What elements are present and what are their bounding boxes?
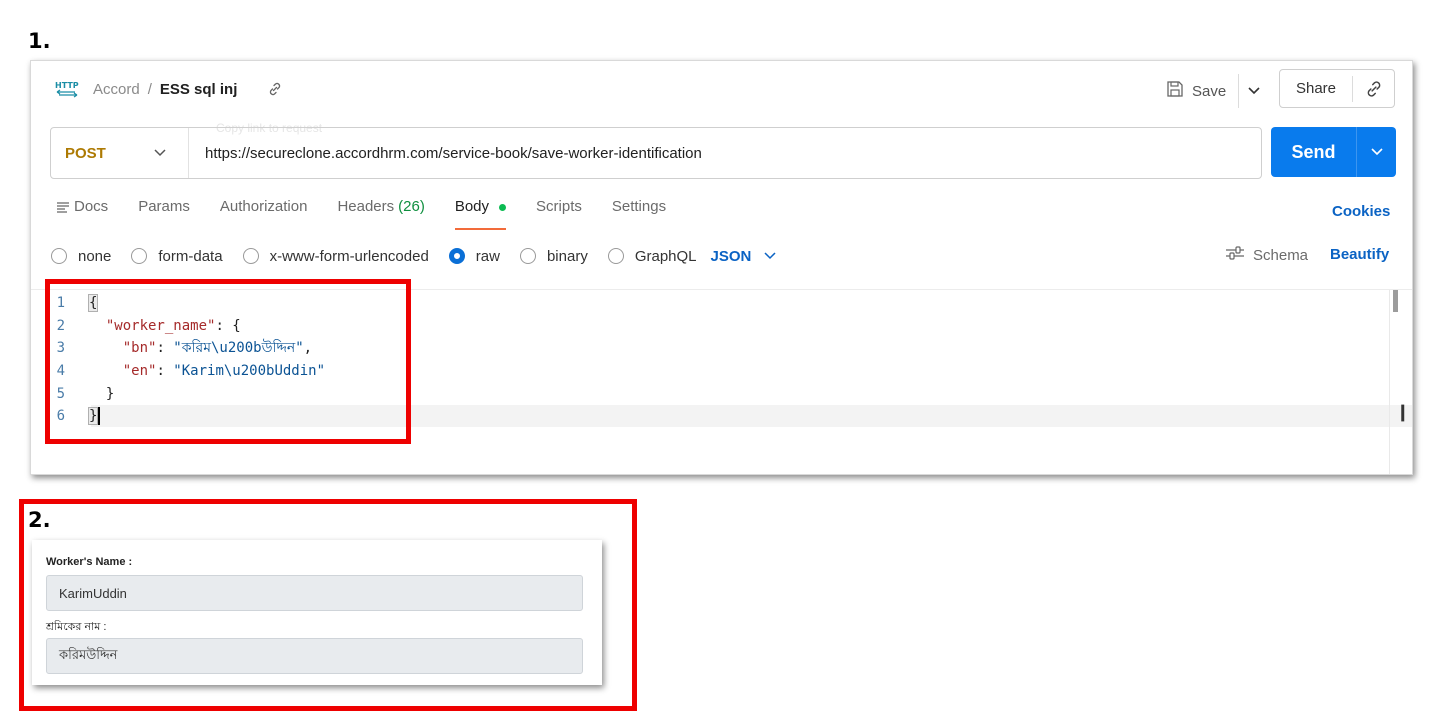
docs-icon <box>56 198 70 218</box>
send-button[interactable]: Send <box>1271 127 1357 177</box>
worker-name-bn-field[interactable]: করিমউদ্দিন <box>46 638 583 674</box>
editor-scrollbar[interactable] <box>1389 290 1400 474</box>
tab-headers[interactable]: Headers (26) <box>337 198 424 236</box>
headers-count: (26) <box>398 198 425 215</box>
tab-params[interactable]: Params <box>138 198 190 236</box>
beautify-button[interactable]: Beautify <box>1330 246 1389 263</box>
share-group: Share <box>1279 69 1395 108</box>
share-link-icon[interactable] <box>1353 79 1394 99</box>
body-option-form-data[interactable]: form-data <box>131 247 223 265</box>
schema-label: Schema <box>1253 246 1309 264</box>
save-options-button[interactable] <box>1239 74 1269 108</box>
worker-name-en-label: Worker's Name : <box>46 556 133 568</box>
body-option-none[interactable]: none <box>51 248 111 265</box>
breadcrumb: HTTP Accord / ESS sql inj <box>55 77 283 101</box>
radio-binary[interactable] <box>519 248 536 264</box>
option-label: x-www-form-urlencoded <box>269 247 429 265</box>
tab-label: Scripts <box>536 198 582 215</box>
save-group: Save <box>1166 74 1269 108</box>
save-label: Save <box>1192 82 1227 100</box>
body-option-graphql[interactable]: GraphQL <box>607 247 697 265</box>
worker-name-form: Worker's Name : KarimUddin শ্রমিকের নাম … <box>32 540 602 685</box>
breadcrumb-collection[interactable]: Accord <box>93 81 140 98</box>
chevron-down-icon <box>764 252 776 260</box>
share-button[interactable]: Share <box>1280 75 1353 102</box>
tab-authorization[interactable]: Authorization <box>220 198 308 236</box>
tab-label: Headers <box>337 198 395 215</box>
svg-text:HTTP: HTTP <box>55 81 79 90</box>
body-indicator-dot <box>499 204 507 211</box>
save-button[interactable]: Save <box>1166 74 1240 108</box>
text-cursor-icon: Ⅰ <box>1399 402 1407 427</box>
option-label: none <box>78 247 112 265</box>
radio-form-data[interactable] <box>131 248 148 264</box>
tab-docs[interactable]: Docs <box>56 198 108 236</box>
method-label: POST <box>65 144 106 162</box>
sliders-icon <box>1225 245 1245 265</box>
tab-label: Settings <box>611 198 667 215</box>
body-option-raw[interactable]: raw <box>448 247 500 265</box>
tab-label: Params <box>138 198 190 215</box>
cookies-link[interactable]: Cookies <box>1332 203 1390 220</box>
radio-graphql[interactable] <box>607 248 624 264</box>
scrollbar-thumb[interactable] <box>1393 290 1398 312</box>
raw-format-select[interactable]: JSON <box>711 248 778 265</box>
raw-format-label: JSON <box>710 247 752 265</box>
radio-raw[interactable] <box>448 248 465 264</box>
schema-button[interactable]: Schema <box>1225 245 1308 265</box>
tab-body[interactable]: Body <box>454 198 507 236</box>
step-2-label: 2. <box>28 508 51 532</box>
worker-name-en-field[interactable]: KarimUddin <box>46 575 583 611</box>
copy-link-icon[interactable] <box>267 81 283 97</box>
option-label: GraphQL <box>634 247 697 265</box>
step-1-label: 1. <box>28 29 51 53</box>
breadcrumb-separator: / <box>147 80 152 98</box>
option-label: binary <box>546 247 588 265</box>
request-tabs: Docs Params Authorization Headers (26) B… <box>56 198 696 236</box>
chevron-down-icon <box>1247 83 1261 100</box>
worker-name-bn-label: শ্রমিকের নাম : <box>46 621 107 633</box>
http-request-icon: HTTP <box>55 79 81 99</box>
request-url-bar: POST https://secureclone.accordhrm.com/s… <box>50 127 1262 179</box>
body-option-urlencoded[interactable]: x-www-form-urlencoded <box>242 247 429 265</box>
radio-none[interactable] <box>51 248 67 264</box>
send-group: Send <box>1271 127 1396 177</box>
body-type-options: none form-data x-www-form-urlencoded raw… <box>51 245 777 267</box>
tab-label: Authorization <box>219 198 308 215</box>
tab-label: Docs <box>74 198 109 215</box>
body-option-binary[interactable]: binary <box>519 247 588 265</box>
send-options-button[interactable] <box>1357 127 1396 177</box>
url-input[interactable]: https://secureclone.accordhrm.com/servic… <box>205 145 702 162</box>
tab-scripts[interactable]: Scripts <box>536 198 582 236</box>
tab-label: Body <box>454 198 490 215</box>
chevron-down-icon <box>1370 148 1383 156</box>
option-label: form-data <box>158 247 223 265</box>
request-name[interactable]: ESS sql inj <box>160 81 238 98</box>
method-select[interactable]: POST <box>51 128 189 178</box>
option-label: raw <box>475 247 500 265</box>
highlight-box-request-body <box>45 279 411 444</box>
tab-settings[interactable]: Settings <box>612 198 666 236</box>
radio-urlencoded[interactable] <box>242 248 259 264</box>
save-icon <box>1166 80 1184 102</box>
chevron-down-icon <box>153 148 167 158</box>
